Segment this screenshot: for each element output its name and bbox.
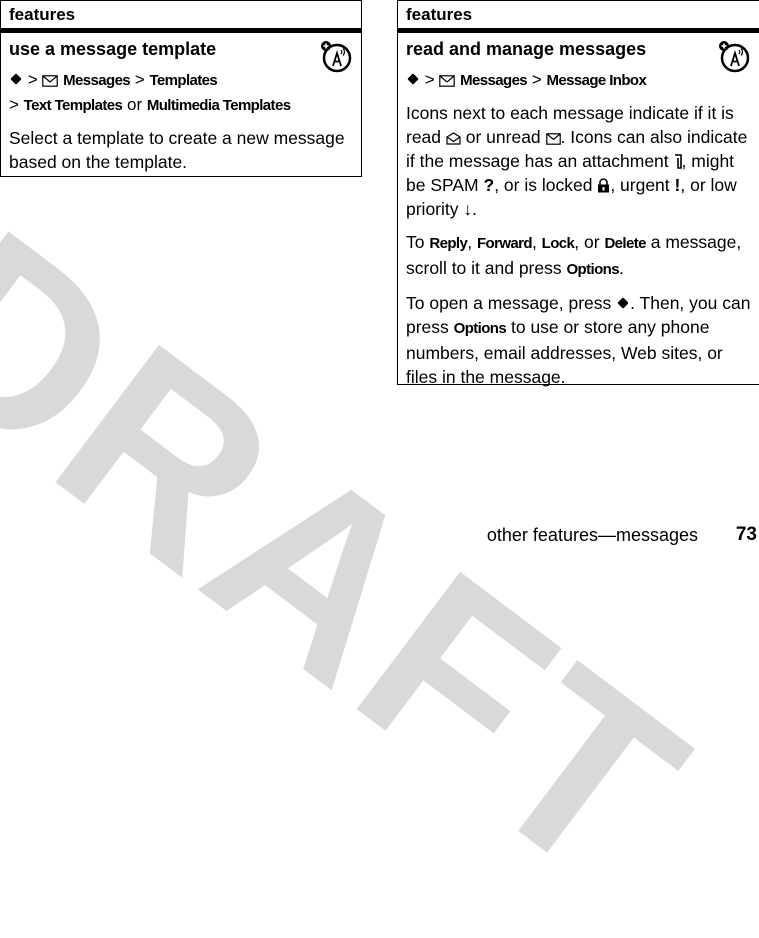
options-key: Options [566, 261, 619, 278]
network-feature-icon [719, 41, 750, 73]
path-separator: > [531, 70, 542, 89]
menu-item-messages: Messages [460, 72, 528, 89]
footer-section-title: other features—messages [486, 525, 698, 545]
options-key: Options [453, 320, 507, 337]
option-reply: Reply [429, 235, 468, 252]
option-lock: Lock [541, 235, 575, 252]
nav-key-icon [406, 72, 420, 86]
path-separator: > [27, 70, 38, 89]
text: . [472, 199, 477, 219]
feature-title: use a message template [9, 39, 217, 59]
feature-description: Select a template to create a new messag… [9, 128, 345, 172]
network-feature-icon [321, 41, 352, 73]
locked-icon [598, 178, 610, 193]
envelope-icon [42, 75, 59, 87]
feature-title: read and manage messages [406, 39, 647, 59]
text: , [531, 232, 542, 252]
nav-key-icon [9, 72, 23, 86]
text: . [618, 258, 624, 278]
menu-item-messages: Messages [63, 72, 131, 89]
option-delete: Delete [604, 235, 646, 252]
menu-item-multimedia-templates: Multimedia Templates [146, 97, 291, 114]
message-icons-paragraph: Icons next to each message indicate if i… [406, 101, 751, 221]
path-or: or [126, 95, 143, 114]
option-forward: Forward [476, 235, 533, 252]
text: , or is locked [494, 175, 598, 195]
box-body: read and manage messages > Messages > Me… [398, 33, 759, 389]
unread-message-icon [545, 133, 561, 145]
text: , or [574, 232, 605, 252]
text: , [467, 232, 477, 252]
text: To open a message, press [406, 293, 617, 313]
menu-item-templates: Templates [149, 72, 218, 89]
menu-item-text-templates: Text Templates [23, 97, 123, 114]
feature-box-read-manage-messages: features read and manage messages > Mess… [397, 0, 759, 387]
message-actions-paragraph: To Reply, Forward, Lock, or Delete a mes… [406, 230, 751, 282]
path-separator: > [424, 70, 435, 89]
text: or unread [460, 127, 546, 147]
spam-icon: ? [483, 175, 495, 195]
read-message-icon [446, 132, 461, 145]
page-number: 73 [735, 524, 757, 545]
box-body: use a message template > Messages > Temp… [1, 33, 361, 174]
attachment-icon [674, 154, 682, 169]
box-header: features [1, 1, 361, 33]
nav-key-icon [616, 296, 630, 310]
low-priority-icon: ↓ [463, 199, 473, 219]
path-separator: > [134, 70, 145, 89]
open-message-paragraph: To open a message, press . Then, you can… [406, 291, 751, 389]
menu-path: > Messages > Message Inbox [406, 68, 751, 93]
menu-item-message-inbox: Message Inbox [546, 72, 647, 89]
feature-box-message-template: features use a message template > Messag… [0, 0, 362, 177]
text: , urgent [610, 175, 675, 195]
path-separator: > [9, 95, 19, 114]
box-header: features [398, 1, 759, 33]
envelope-icon [439, 75, 456, 87]
text: To [406, 232, 430, 252]
menu-path: > Messages > Templates > Text Templates … [9, 68, 353, 118]
